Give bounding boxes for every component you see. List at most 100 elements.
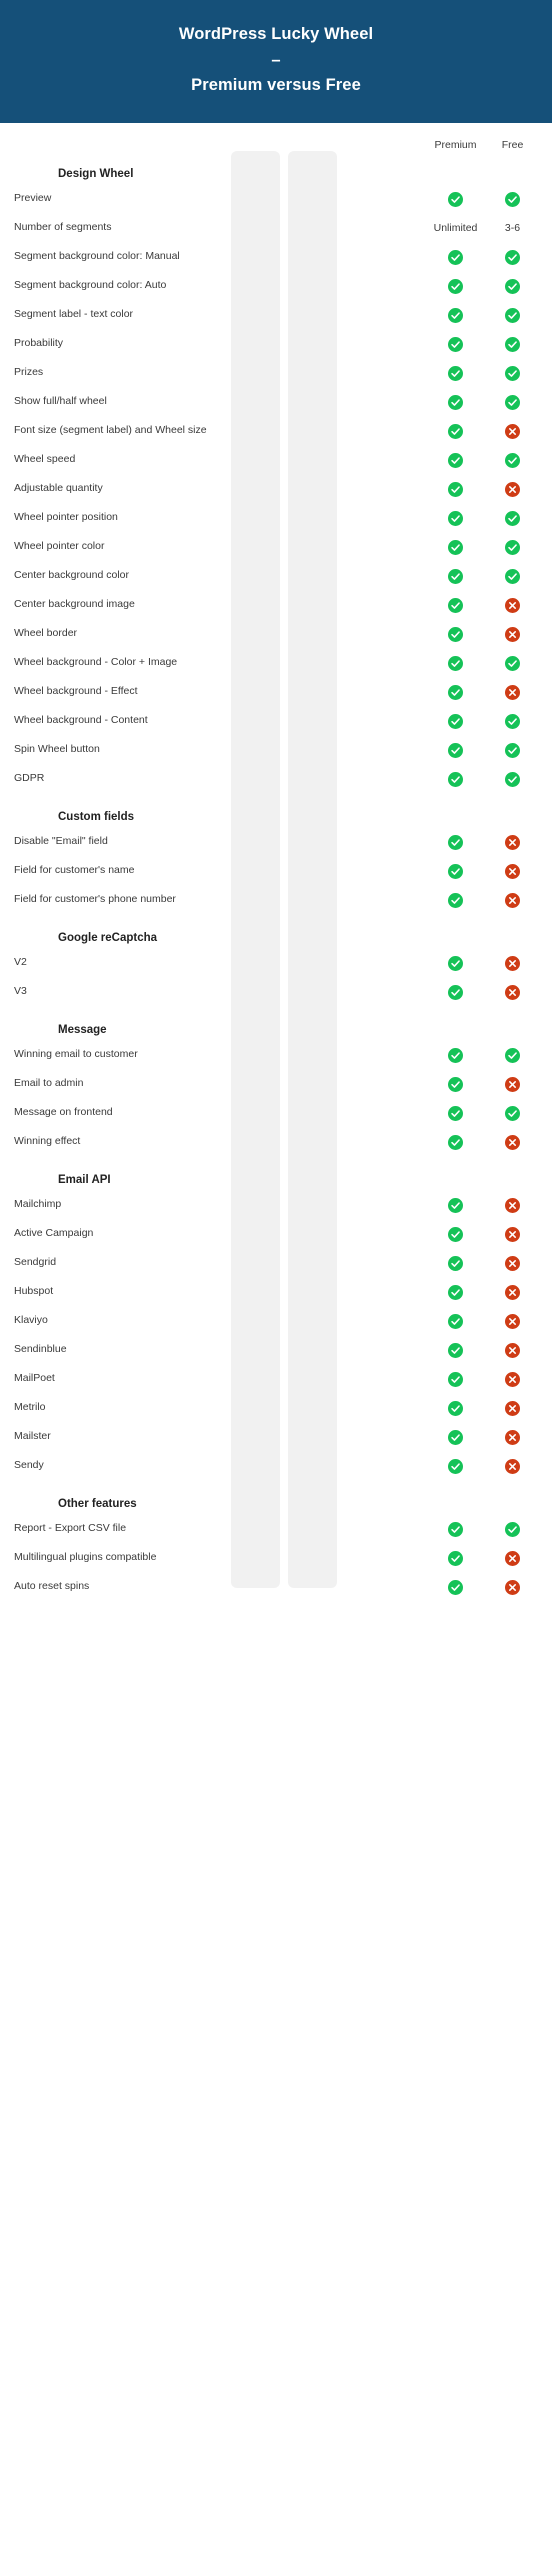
feature-row: Email to admin xyxy=(0,1070,552,1099)
premium-cell xyxy=(431,249,480,265)
feature-label: Sendgrid xyxy=(14,1256,57,1269)
check-circle-icon xyxy=(448,1550,463,1566)
feature-label: Probability xyxy=(14,337,64,350)
premium-cell xyxy=(431,655,480,671)
page-title-dash: – xyxy=(271,50,281,69)
premium-cell xyxy=(431,1105,480,1121)
free-value: 3-6 xyxy=(504,222,521,235)
premium-cell xyxy=(431,1458,480,1474)
feature-row: V3 xyxy=(0,978,552,1007)
cross-circle-icon xyxy=(505,1255,520,1271)
feature-row: Adjustable quantity xyxy=(0,475,552,504)
feature-label: Auto reset spins xyxy=(14,1580,90,1593)
feature-label: Metrilo xyxy=(14,1401,46,1414)
check-circle-icon xyxy=(448,336,463,352)
check-circle-icon xyxy=(448,1400,463,1416)
check-circle-icon xyxy=(448,191,463,207)
feature-row: Sendgrid xyxy=(0,1249,552,1278)
free-cell xyxy=(488,1342,537,1358)
check-circle-icon xyxy=(448,892,463,908)
premium-cell xyxy=(431,394,480,410)
free-cell xyxy=(488,510,537,526)
section-heading-label: Email API xyxy=(58,1173,111,1186)
check-circle-icon xyxy=(505,1521,520,1537)
feature-row: Probability xyxy=(0,330,552,359)
feature-label: Field for customer's name xyxy=(14,864,135,877)
feature-label: Disable "Email" field xyxy=(14,835,108,848)
check-circle-icon xyxy=(448,984,463,1000)
free-cell xyxy=(488,771,537,787)
free-cell xyxy=(488,713,537,729)
free-cell xyxy=(488,1521,537,1537)
premium-cell xyxy=(431,510,480,526)
feature-row: Hubspot xyxy=(0,1278,552,1307)
cross-circle-icon xyxy=(505,892,520,908)
premium-cell xyxy=(431,1342,480,1358)
feature-row: Field for customer's phone number xyxy=(0,886,552,915)
feature-row: Wheel border xyxy=(0,620,552,649)
feature-label: Wheel speed xyxy=(14,453,76,466)
free-cell xyxy=(488,626,537,642)
cross-circle-icon xyxy=(505,1371,520,1387)
feature-row: Center background color xyxy=(0,562,552,591)
feature-row: Center background image xyxy=(0,591,552,620)
free-cell xyxy=(488,191,537,207)
feature-label: Wheel background - Content xyxy=(14,714,148,727)
check-circle-icon xyxy=(448,452,463,468)
premium-cell xyxy=(431,1197,480,1213)
feature-row: MailPoet xyxy=(0,1365,552,1394)
cross-circle-icon xyxy=(505,1550,520,1566)
check-circle-icon xyxy=(448,1371,463,1387)
premium-cell xyxy=(431,1521,480,1537)
check-circle-icon xyxy=(448,481,463,497)
cross-circle-icon xyxy=(505,423,520,439)
free-cell xyxy=(488,423,537,439)
section-heading-row: Design Wheel xyxy=(0,151,552,185)
feature-row: Prizes xyxy=(0,359,552,388)
feature-row: Spin Wheel button xyxy=(0,736,552,765)
feature-row: Report - Export CSV file xyxy=(0,1515,552,1544)
free-cell xyxy=(488,568,537,584)
feature-label: Mailchimp xyxy=(14,1198,62,1211)
free-cell xyxy=(488,1105,537,1121)
section-heading-row: Email API xyxy=(0,1157,552,1191)
feature-row: Field for customer's name xyxy=(0,857,552,886)
check-circle-icon xyxy=(505,365,520,381)
check-circle-icon xyxy=(448,1579,463,1595)
comparison-rows: Premium Free Design Wheel Preview Number o… xyxy=(0,123,552,1602)
free-cell xyxy=(488,1284,537,1300)
check-circle-icon xyxy=(448,568,463,584)
feature-row: Font size (segment label) and Wheel size xyxy=(0,417,552,446)
cross-circle-icon xyxy=(505,481,520,497)
feature-label: Center background color xyxy=(14,569,129,582)
feature-row: Segment background color: Auto xyxy=(0,272,552,301)
free-cell xyxy=(488,1047,537,1063)
column-header-premium: Premium xyxy=(434,138,477,151)
section-heading-label: Google reCaptcha xyxy=(58,931,158,944)
free-cell xyxy=(488,1400,537,1416)
free-cell xyxy=(488,655,537,671)
free-cell: 3-6 xyxy=(488,222,537,234)
check-circle-icon xyxy=(448,626,463,642)
free-cell xyxy=(488,863,537,879)
section-heading-label: Message xyxy=(58,1023,107,1036)
check-circle-icon xyxy=(448,597,463,613)
feature-label: MailPoet xyxy=(14,1372,55,1385)
feature-label: Email to admin xyxy=(14,1077,84,1090)
cross-circle-icon xyxy=(505,1342,520,1358)
premium-cell xyxy=(431,1047,480,1063)
feature-row: Mailster xyxy=(0,1423,552,1452)
free-cell xyxy=(488,452,537,468)
check-circle-icon xyxy=(448,510,463,526)
check-circle-icon xyxy=(505,336,520,352)
feature-label: Center background image xyxy=(14,598,135,611)
feature-label: Winning email to customer xyxy=(14,1048,138,1061)
feature-row: GDPR xyxy=(0,765,552,794)
feature-row: Active Campaign xyxy=(0,1220,552,1249)
check-circle-icon xyxy=(448,1134,463,1150)
premium-cell xyxy=(431,568,480,584)
premium-cell xyxy=(431,336,480,352)
free-cell xyxy=(488,1371,537,1387)
free-cell xyxy=(488,336,537,352)
feature-label: Preview xyxy=(14,192,52,205)
